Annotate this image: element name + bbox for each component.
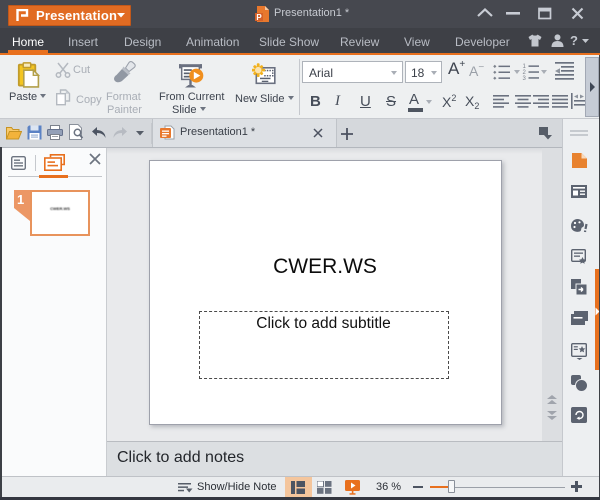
svg-text:3: 3 bbox=[523, 76, 527, 80]
svg-text:P: P bbox=[256, 13, 262, 22]
